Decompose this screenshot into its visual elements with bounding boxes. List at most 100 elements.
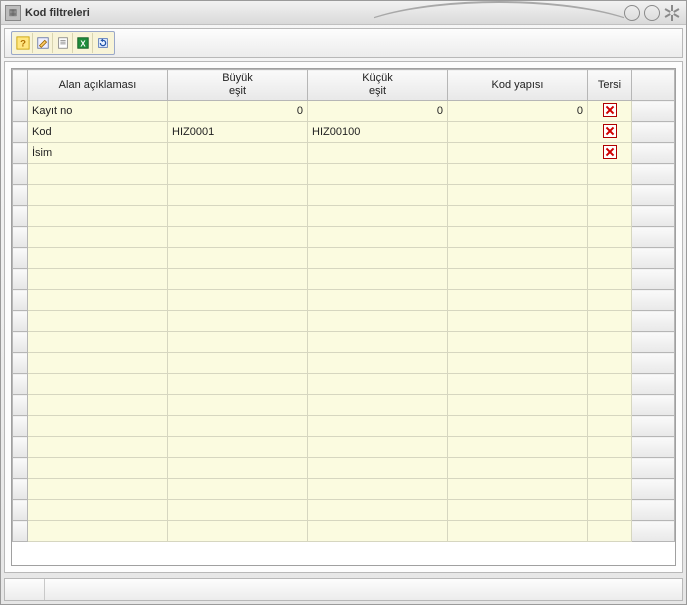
cell-reverse[interactable]: [588, 500, 632, 521]
cell-ge[interactable]: [168, 311, 308, 332]
maximize-button[interactable]: [644, 5, 660, 21]
cell-reverse[interactable]: [588, 521, 632, 542]
cell-reverse[interactable]: [588, 332, 632, 353]
table-row[interactable]: İsim: [13, 143, 675, 164]
col-header-reverse[interactable]: Tersi: [588, 70, 632, 101]
cell-reverse[interactable]: [588, 122, 632, 143]
cell-reverse[interactable]: [588, 227, 632, 248]
cell-reverse[interactable]: [588, 248, 632, 269]
cell-struct[interactable]: [448, 185, 588, 206]
titlebar[interactable]: ▦ Kod filtreleri: [1, 1, 686, 25]
cell-ge[interactable]: [168, 500, 308, 521]
table-row[interactable]: [13, 206, 675, 227]
cell-reverse[interactable]: [588, 353, 632, 374]
cell-ge[interactable]: [168, 227, 308, 248]
cell-struct[interactable]: [448, 521, 588, 542]
cell-le[interactable]: [308, 416, 448, 437]
cell-desc[interactable]: [28, 458, 168, 479]
cell-desc[interactable]: Kod: [28, 122, 168, 143]
cell-ge[interactable]: [168, 437, 308, 458]
reverse-x-icon[interactable]: [603, 103, 617, 117]
cell-struct[interactable]: [448, 227, 588, 248]
cell-ge[interactable]: [168, 290, 308, 311]
cell-le[interactable]: [308, 185, 448, 206]
row-header[interactable]: [13, 395, 28, 416]
row-header[interactable]: [13, 332, 28, 353]
cell-desc[interactable]: [28, 500, 168, 521]
document-button[interactable]: [53, 33, 73, 53]
cell-ge[interactable]: [168, 374, 308, 395]
row-header[interactable]: [13, 101, 28, 122]
cell-desc[interactable]: [28, 395, 168, 416]
cell-le[interactable]: [308, 458, 448, 479]
cell-ge[interactable]: [168, 458, 308, 479]
row-header[interactable]: [13, 248, 28, 269]
cell-reverse[interactable]: [588, 269, 632, 290]
row-header[interactable]: [13, 521, 28, 542]
filter-grid[interactable]: Alan açıklaması Büyük eşit Küçük eşit Ko…: [12, 69, 675, 542]
cell-desc[interactable]: [28, 521, 168, 542]
help-button[interactable]: ?: [13, 33, 33, 53]
cell-reverse[interactable]: [588, 374, 632, 395]
cell-desc[interactable]: [28, 269, 168, 290]
cell-struct[interactable]: [448, 395, 588, 416]
table-row[interactable]: [13, 290, 675, 311]
cell-ge[interactable]: [168, 143, 308, 164]
row-header[interactable]: [13, 164, 28, 185]
table-row[interactable]: [13, 458, 675, 479]
cell-struct[interactable]: [448, 374, 588, 395]
cell-le[interactable]: [308, 143, 448, 164]
minimize-button[interactable]: [624, 5, 640, 21]
cell-le[interactable]: [308, 206, 448, 227]
cell-reverse[interactable]: [588, 395, 632, 416]
cell-le[interactable]: [308, 521, 448, 542]
cell-struct[interactable]: [448, 500, 588, 521]
cell-struct[interactable]: [448, 164, 588, 185]
table-row[interactable]: Kayıt no000: [13, 101, 675, 122]
cell-struct[interactable]: 0: [448, 101, 588, 122]
cell-ge[interactable]: [168, 479, 308, 500]
table-row[interactable]: [13, 395, 675, 416]
cell-ge[interactable]: [168, 164, 308, 185]
cell-le[interactable]: 0: [308, 101, 448, 122]
cell-ge[interactable]: [168, 353, 308, 374]
edit-button[interactable]: [33, 33, 53, 53]
col-header-le[interactable]: Küçük eşit: [308, 70, 448, 101]
cell-desc[interactable]: [28, 479, 168, 500]
cell-desc[interactable]: [28, 185, 168, 206]
cell-le[interactable]: HIZ00100: [308, 122, 448, 143]
cell-desc[interactable]: [28, 164, 168, 185]
cell-ge[interactable]: 0: [168, 101, 308, 122]
table-row[interactable]: [13, 374, 675, 395]
cell-le[interactable]: [308, 374, 448, 395]
row-header[interactable]: [13, 311, 28, 332]
cell-desc[interactable]: [28, 437, 168, 458]
reverse-x-icon[interactable]: [603, 124, 617, 138]
row-header[interactable]: [13, 479, 28, 500]
cell-le[interactable]: [308, 500, 448, 521]
cell-le[interactable]: [308, 353, 448, 374]
reverse-x-icon[interactable]: [603, 145, 617, 159]
cell-le[interactable]: [308, 479, 448, 500]
cell-desc[interactable]: [28, 374, 168, 395]
cell-struct[interactable]: [448, 269, 588, 290]
row-header[interactable]: [13, 416, 28, 437]
cell-le[interactable]: [308, 395, 448, 416]
cell-struct[interactable]: [448, 332, 588, 353]
cell-le[interactable]: [308, 164, 448, 185]
cell-struct[interactable]: [448, 290, 588, 311]
table-row[interactable]: [13, 437, 675, 458]
cell-le[interactable]: [308, 332, 448, 353]
cell-reverse[interactable]: [588, 311, 632, 332]
cell-ge[interactable]: [168, 185, 308, 206]
cell-reverse[interactable]: [588, 437, 632, 458]
cell-reverse[interactable]: [588, 101, 632, 122]
table-row[interactable]: [13, 311, 675, 332]
cell-struct[interactable]: [448, 248, 588, 269]
cell-struct[interactable]: [448, 353, 588, 374]
cell-reverse[interactable]: [588, 479, 632, 500]
cell-struct[interactable]: [448, 206, 588, 227]
cell-le[interactable]: [308, 437, 448, 458]
cell-desc[interactable]: [28, 248, 168, 269]
cell-desc[interactable]: [28, 290, 168, 311]
